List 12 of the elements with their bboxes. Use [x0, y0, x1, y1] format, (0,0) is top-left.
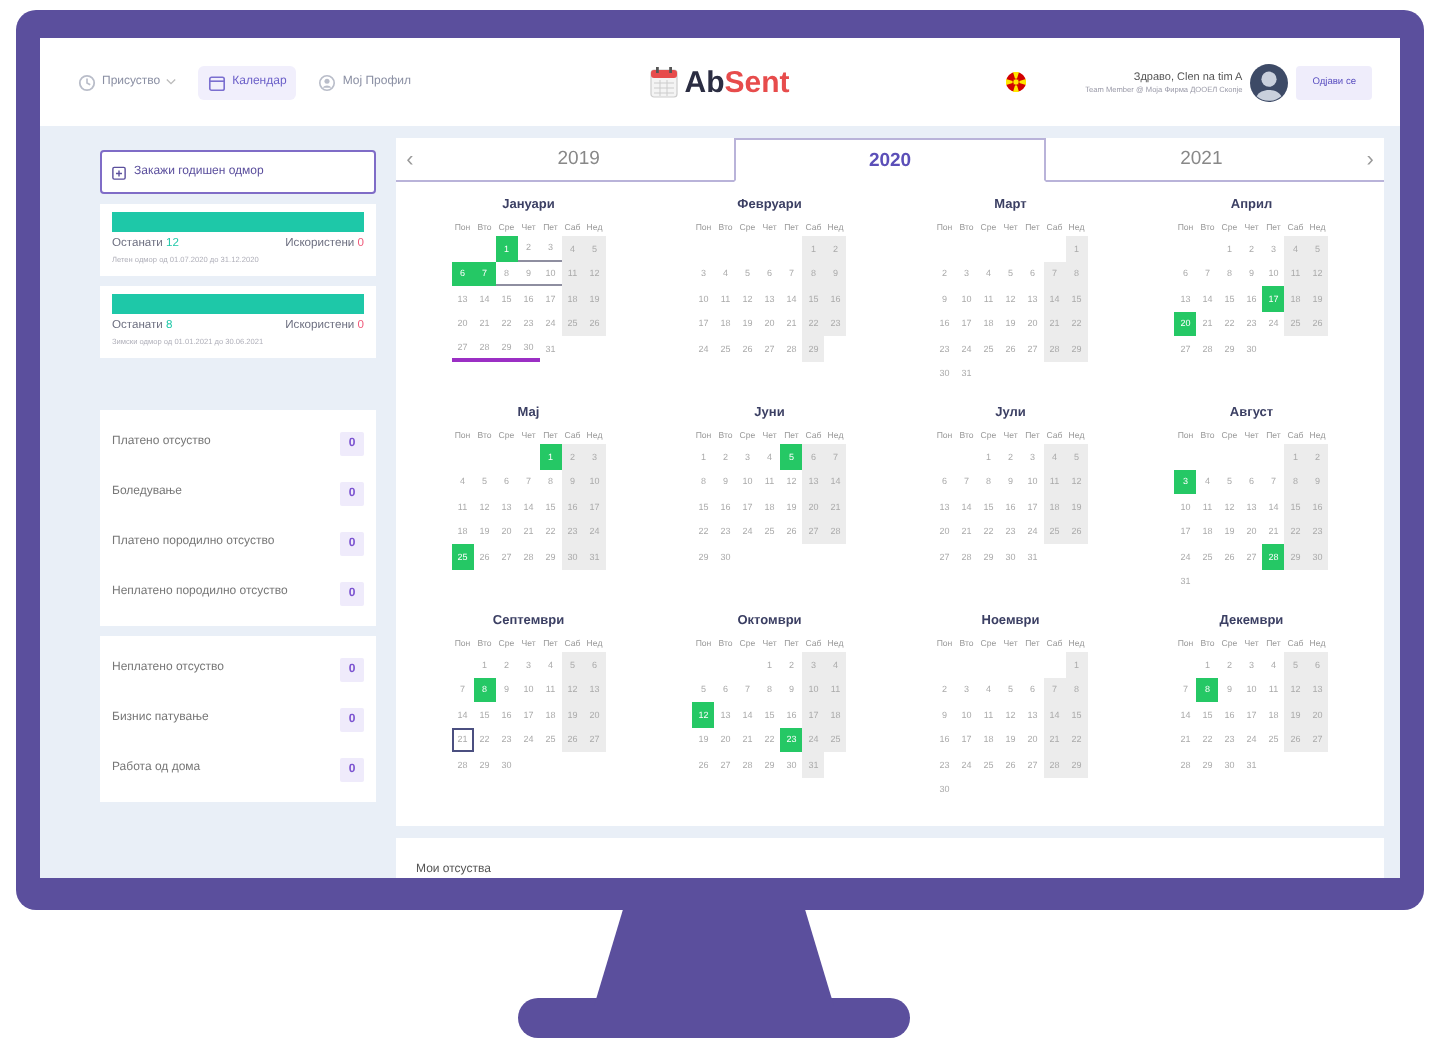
- avatar-icon: [1250, 63, 1289, 101]
- clock-icon: [78, 73, 96, 91]
- flag-icon: [1005, 72, 1026, 92]
- person-icon: [318, 73, 337, 91]
- next-year-button[interactable]: ›: [1356, 138, 1385, 180]
- calendar-icon: [112, 165, 126, 179]
- logo-text: Ab: [684, 65, 725, 99]
- calendar-icon: [208, 73, 227, 91]
- year-tab[interactable]: 2020: [733, 138, 1047, 182]
- calendar-icon: [650, 66, 679, 98]
- previous-year-button[interactable]: ‹: [396, 138, 424, 180]
- logo-text: Sent: [724, 65, 790, 99]
